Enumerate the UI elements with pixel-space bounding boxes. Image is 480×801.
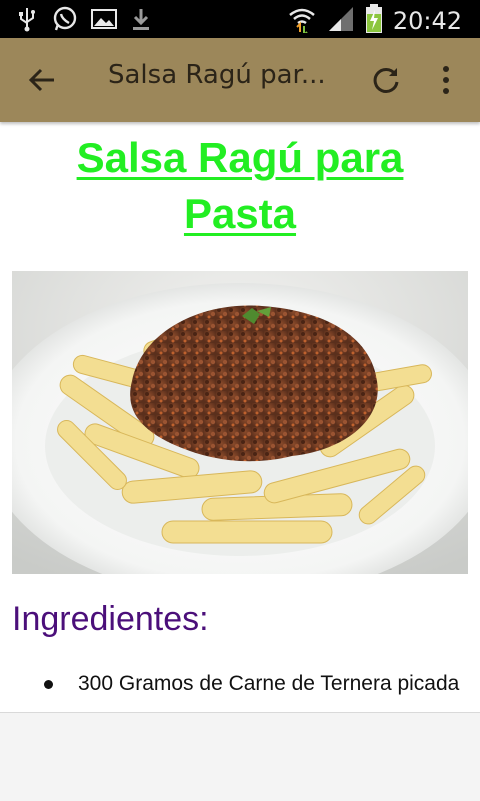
ingredient-text: 300 Gramos de Carne de Ternera picada: [78, 672, 460, 695]
recipe-photo: [0, 271, 480, 599]
whatsapp-icon: [52, 6, 78, 32]
usb-icon: [14, 6, 40, 32]
app-bar: Salsa Ragú par...: [0, 38, 480, 122]
battery-charging-icon: [365, 4, 383, 38]
more-options-icon[interactable]: [434, 62, 458, 98]
recipe-title-line1: Salsa Ragú para: [76, 134, 404, 181]
image-icon: [90, 6, 117, 32]
wifi-icon: [287, 5, 317, 38]
recipe-title: Salsa Ragú para Pasta: [0, 122, 480, 242]
list-item: 300 Gramos de Carne de Ternera picada: [0, 670, 480, 698]
ingredients-heading: Ingredientes:: [12, 600, 209, 638]
app-bar-title: Salsa Ragú par...: [108, 60, 326, 90]
bottom-banner-area: [0, 712, 480, 801]
status-bar: 20:42: [0, 0, 480, 38]
ingredients-list: 300 Gramos de Carne de Ternera picada: [0, 670, 480, 698]
recipe-content[interactable]: Salsa Ragú para Pasta Ingredientes: 300 …: [0, 122, 480, 712]
back-arrow-icon[interactable]: [26, 64, 58, 96]
download-icon: [128, 6, 154, 32]
bullet-icon: [44, 680, 53, 689]
signal-icon: [327, 5, 355, 37]
refresh-icon[interactable]: [370, 64, 402, 96]
recipe-title-line2: Pasta: [183, 190, 297, 237]
status-clock: 20:42: [392, 7, 462, 35]
